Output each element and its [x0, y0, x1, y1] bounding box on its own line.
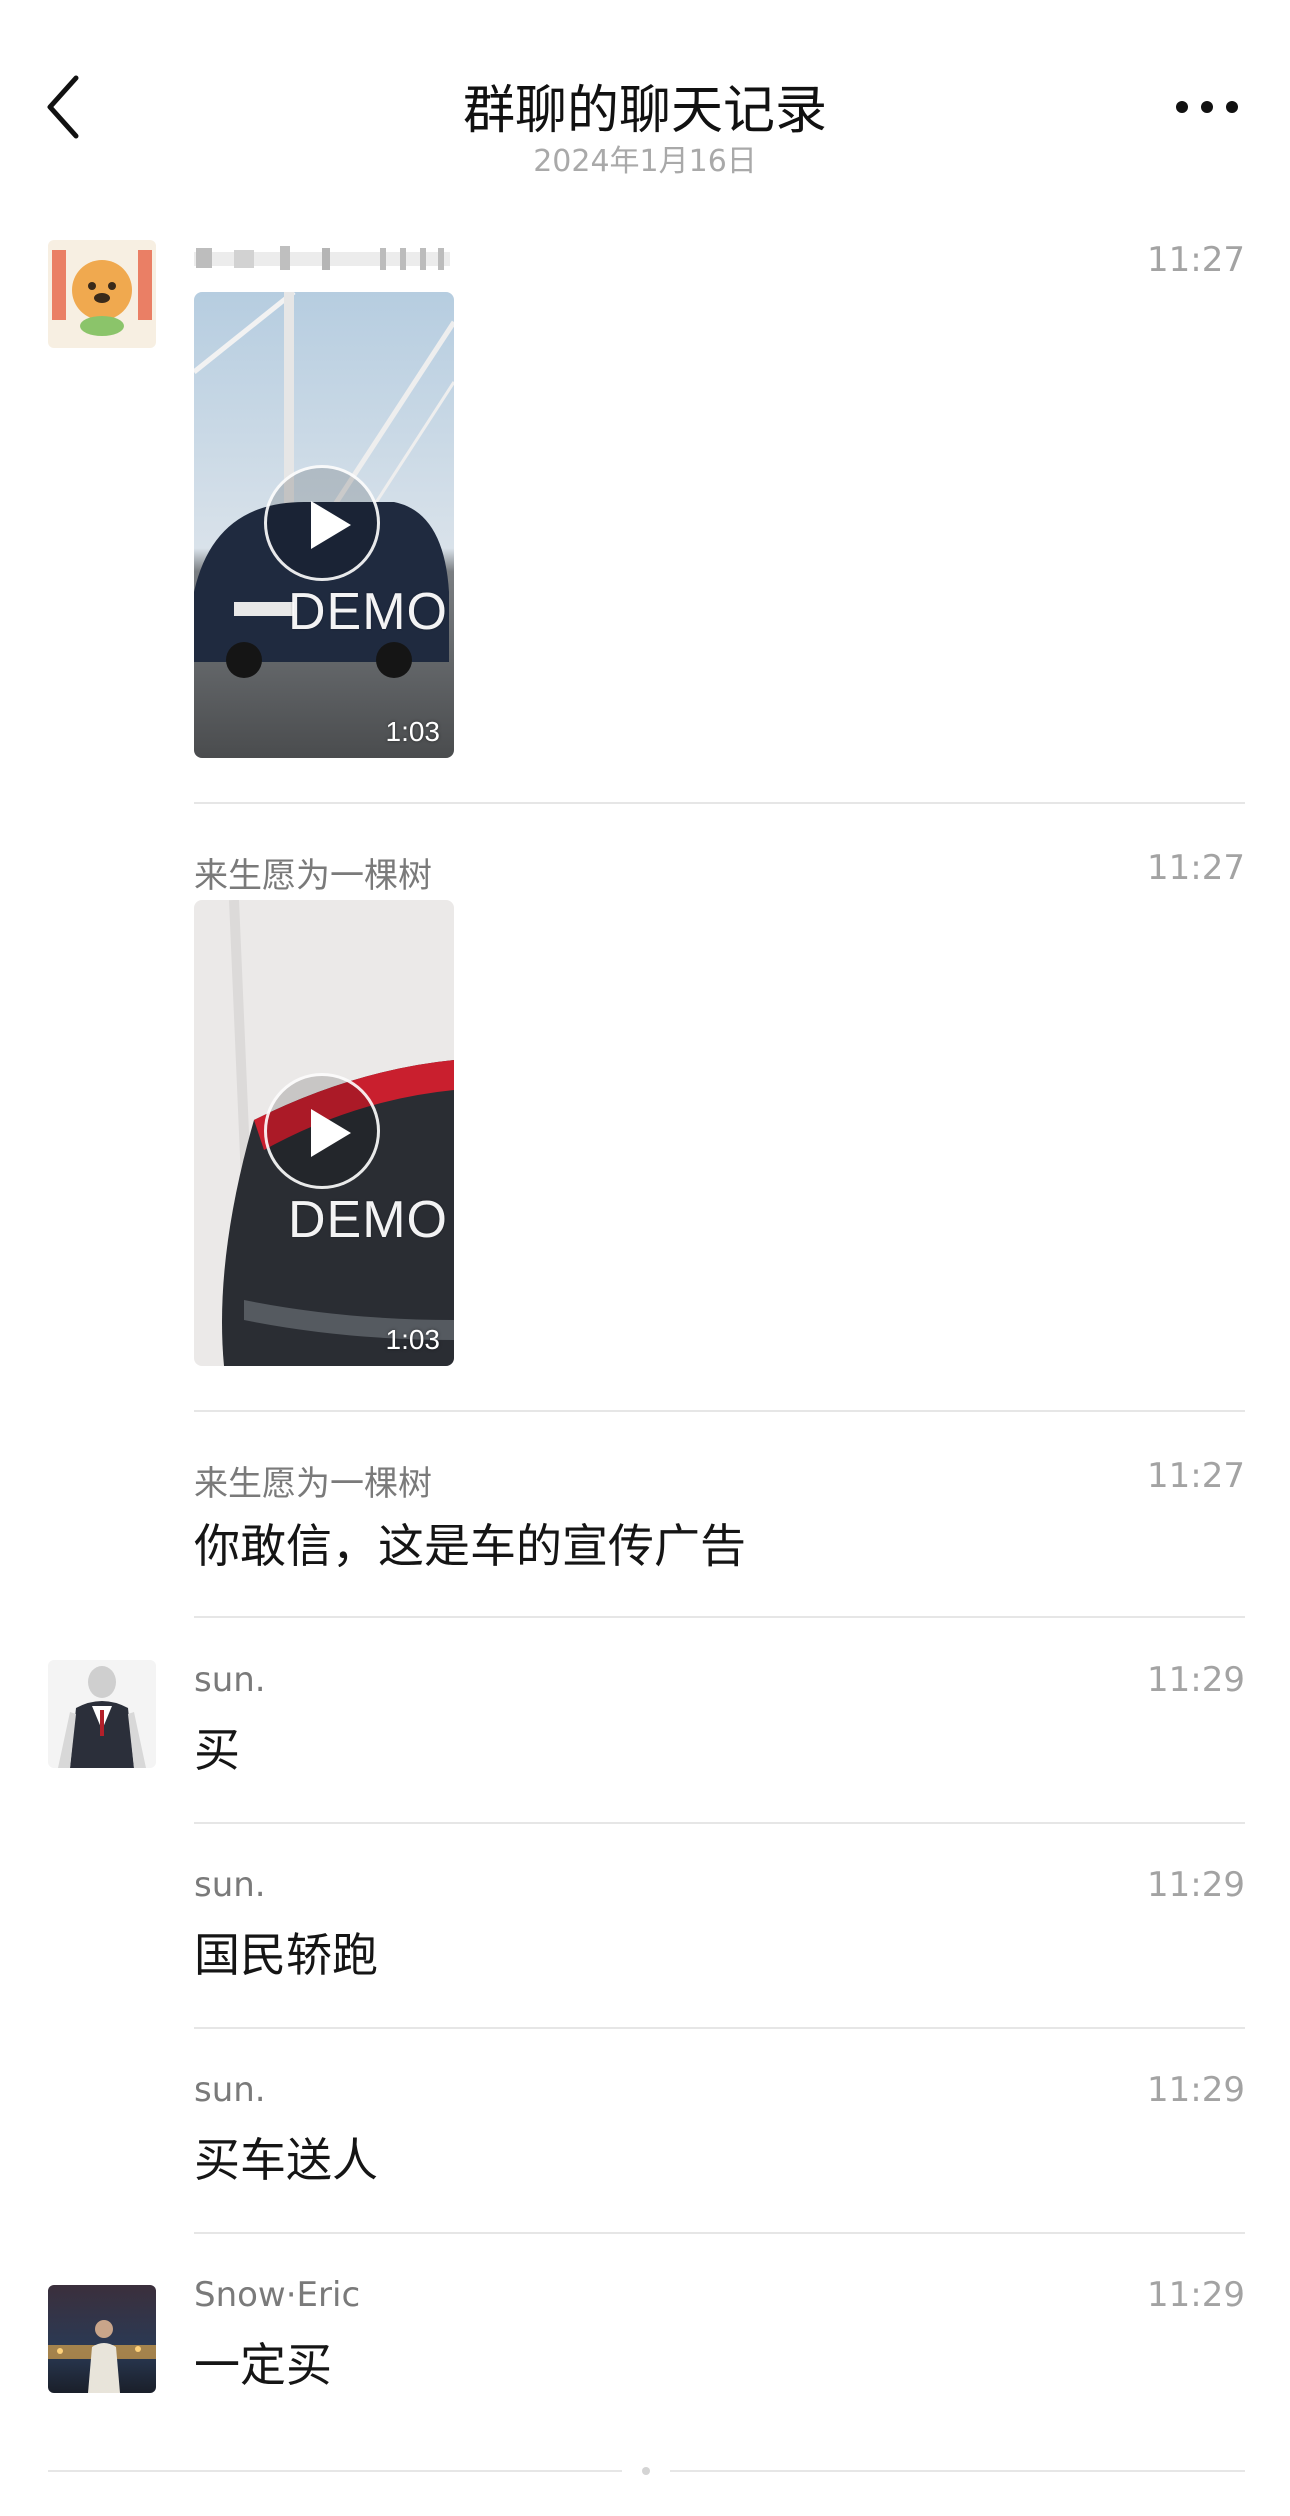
message-time: 11:27: [1147, 1456, 1245, 1496]
message-item: 来生愿为一棵树 11:27 你敢信，这是车的宣传广告: [0, 1456, 1290, 1620]
divider: [194, 1616, 1245, 1618]
message-item: Snow·Eric 11:29 一定买: [0, 2275, 1290, 2425]
message-text: 买车送人: [194, 2133, 378, 2187]
chat-history-page: 群聊的聊天记录 2024年1月16日 11:27 DEMO 1:03 来生愿为一…: [0, 0, 1290, 2516]
message-time: 11:29: [1147, 2275, 1245, 2315]
video-watermark: DEMO: [288, 583, 448, 641]
more-dots-icon: [1176, 101, 1238, 113]
video-duration: 1:03: [385, 716, 441, 747]
page-date: 2024年1月16日: [533, 144, 757, 179]
message-text: 你敢信，这是车的宣传广告: [194, 1519, 746, 1573]
character-avatar-image: [48, 1660, 156, 1768]
page-title: 群聊的聊天记录: [462, 81, 827, 141]
message-text: 国民轿跑: [194, 1928, 378, 1982]
sender-name: sun.: [194, 2070, 266, 2110]
video-message[interactable]: DEMO 1:03: [194, 292, 454, 758]
divider: [194, 1410, 1245, 1412]
end-divider-left: [48, 2470, 622, 2472]
divider: [194, 2232, 1245, 2234]
video-message[interactable]: DEMO 1:03: [194, 900, 454, 1366]
message-text: 买: [194, 1723, 240, 1777]
sticker-avatar-image: [48, 240, 156, 348]
blurred-sender-name: [194, 246, 450, 270]
message-time: 11:27: [1147, 240, 1245, 280]
video-duration: 1:03: [385, 1324, 441, 1355]
message-item: sun. 11:29 买车送人: [0, 2070, 1290, 2236]
message-time: 11:29: [1147, 2070, 1245, 2110]
play-icon[interactable]: [264, 1073, 380, 1189]
message-item: 来生愿为一棵树 11:27 DEMO 1:03: [0, 848, 1290, 1414]
message-time: 11:29: [1147, 1865, 1245, 1905]
message-time: 11:27: [1147, 848, 1245, 888]
message-text: 一定买: [194, 2338, 332, 2392]
message-time: 11:29: [1147, 1660, 1245, 1700]
photo-avatar-image: [48, 2285, 156, 2393]
avatar[interactable]: [48, 2285, 156, 2393]
sender-name: sun.: [194, 1865, 266, 1905]
end-dot: [642, 2467, 650, 2475]
message-item: 11:27 DEMO 1:03: [0, 240, 1290, 806]
more-button[interactable]: [1172, 90, 1242, 124]
sender-name: 来生愿为一棵树: [194, 856, 432, 896]
message-item: sun. 11:29 国民轿跑: [0, 1865, 1290, 2031]
sender-name: sun.: [194, 1660, 266, 1700]
sender-name: Snow·Eric: [194, 2275, 361, 2315]
end-divider-right: [670, 2470, 1245, 2472]
message-item: sun. 11:29 买: [0, 1660, 1290, 1826]
divider: [194, 802, 1245, 804]
avatar[interactable]: [48, 1660, 156, 1768]
header: 群聊的聊天记录 2024年1月16日: [0, 0, 1290, 190]
play-icon[interactable]: [264, 465, 380, 581]
video-watermark: DEMO: [288, 1191, 448, 1249]
sender-name: 来生愿为一棵树: [194, 1464, 432, 1504]
avatar[interactable]: [48, 240, 156, 348]
divider: [194, 1822, 1245, 1824]
divider: [194, 2027, 1245, 2029]
